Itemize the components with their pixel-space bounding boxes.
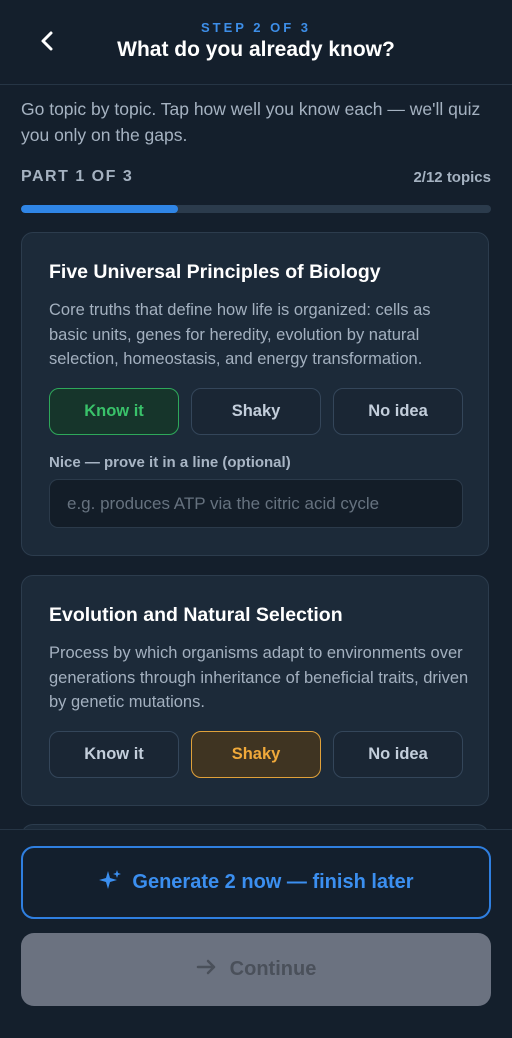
topic-count: 2/12 topics bbox=[413, 169, 491, 186]
arrow-right-icon bbox=[196, 957, 218, 983]
continue-button[interactable]: Continue bbox=[21, 933, 491, 1006]
topic-card: Evolution and Natural Selection Process … bbox=[21, 575, 489, 806]
step-indicator: STEP 2 OF 3 bbox=[200, 20, 312, 35]
header: STEP 2 OF 3 What do you already know? bbox=[0, 0, 512, 85]
progress-fill bbox=[21, 205, 178, 213]
continue-label: Continue bbox=[229, 958, 317, 980]
sparkles-icon bbox=[98, 868, 122, 898]
shaky-button[interactable]: Shaky bbox=[191, 731, 321, 778]
intro-text: Go topic by topic. Tap how well you know… bbox=[21, 99, 481, 145]
know-it-button[interactable]: Know it bbox=[49, 731, 179, 778]
progress-bar bbox=[21, 205, 491, 213]
generate-now-button[interactable]: Generate 2 now — finish later bbox=[21, 846, 491, 919]
shaky-button[interactable]: Shaky bbox=[191, 388, 321, 435]
know-it-button[interactable]: Know it bbox=[49, 388, 179, 435]
part-label: PART 1 OF 3 bbox=[21, 168, 134, 185]
proof-input[interactable] bbox=[49, 479, 463, 528]
topic-title: Evolution and Natural Selection bbox=[49, 604, 343, 626]
topic-description: Core truths that define how life is orga… bbox=[49, 301, 431, 368]
no-idea-button[interactable]: No idea bbox=[333, 388, 463, 435]
topic-title: Five Universal Principles of Biology bbox=[49, 261, 381, 283]
proof-label: Nice — prove it in a line (optional) bbox=[49, 454, 291, 471]
generate-now-label: Generate 2 now — finish later bbox=[132, 871, 414, 893]
no-idea-button[interactable]: No idea bbox=[333, 731, 463, 778]
topic-description: Process by which organisms adapt to envi… bbox=[49, 644, 469, 711]
topic-card: Five Universal Principles of Biology Cor… bbox=[21, 232, 489, 556]
page-title: What do you already know? bbox=[117, 38, 395, 61]
